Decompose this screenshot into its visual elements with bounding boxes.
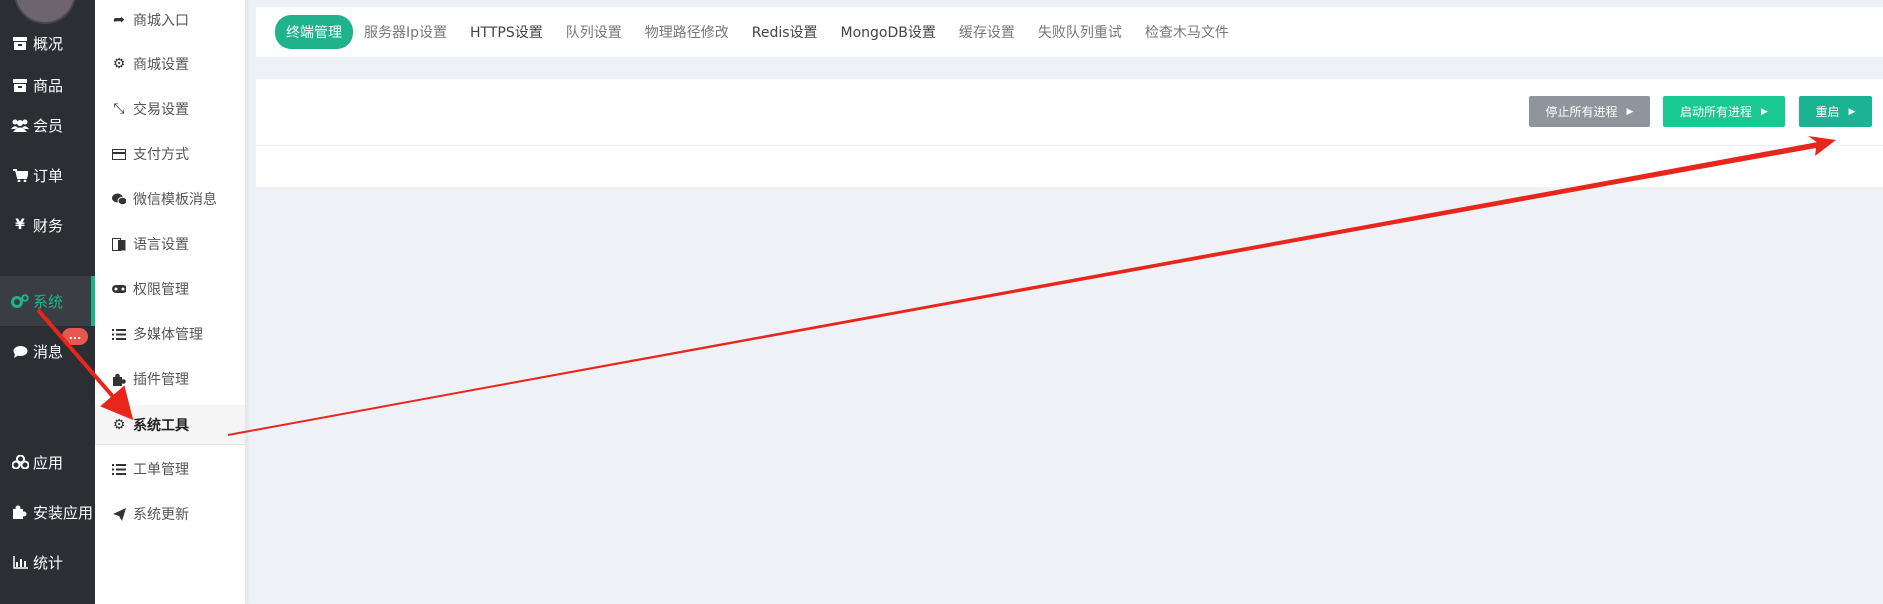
stop-all-processes-button[interactable]: 停止所有进程 ▶ bbox=[1529, 96, 1650, 127]
sidebar-item-install-apps[interactable]: 安装应用 bbox=[0, 487, 95, 537]
puzzle-icon bbox=[11, 505, 29, 519]
submenu-item-label: 插件管理 bbox=[133, 372, 189, 388]
sidebar-item-label: 概况 bbox=[33, 34, 64, 53]
send-icon bbox=[112, 507, 126, 521]
tab-cache[interactable]: 缓存设置 bbox=[959, 22, 1015, 42]
cart-icon bbox=[11, 168, 29, 182]
submenu-item-label: 工单管理 bbox=[133, 462, 189, 478]
submenu-item-label: 商城入口 bbox=[133, 13, 189, 29]
submenu-item-system-tools[interactable]: ⚙ 系统工具 bbox=[95, 405, 245, 445]
button-label: 启动所有进程 bbox=[1680, 105, 1753, 119]
system-tools-tabbar: 终端管理 服务器Ip设置 HTTPS设置 队列设置 物理路径修改 Redis设置… bbox=[256, 7, 1883, 57]
sidebar-item-label: 财务 bbox=[33, 216, 64, 235]
sidebar-item-label: 会员 bbox=[33, 116, 64, 135]
submenu-item-label: 商城设置 bbox=[133, 57, 189, 73]
submenu-item-trade-settings[interactable]: ⤡ 交易设置 bbox=[95, 89, 245, 129]
gear-icon: ⚙ bbox=[112, 56, 126, 72]
submenu-item-wechat-template[interactable]: 微信模板消息 bbox=[95, 179, 245, 219]
tab-redis[interactable]: Redis设置 bbox=[752, 22, 818, 42]
language-icon bbox=[112, 237, 126, 251]
tab-server-ip[interactable]: 服务器Ip设置 bbox=[364, 22, 447, 42]
sidebar-item-label: 安装应用 bbox=[33, 503, 94, 522]
users-icon bbox=[11, 119, 29, 132]
sidebar-item-label: 应用 bbox=[33, 453, 64, 472]
cogs-icon bbox=[11, 294, 29, 308]
button-label: 停止所有进程 bbox=[1545, 105, 1618, 119]
sidebar-item-members[interactable]: 会员 bbox=[0, 100, 95, 150]
gear-icon: ⚙ bbox=[112, 416, 126, 433]
sidebar-item-label: 订单 bbox=[33, 166, 64, 185]
sidebar-item-stats[interactable]: 统计 bbox=[0, 537, 95, 587]
restart-button[interactable]: 重启 ▶ bbox=[1799, 96, 1872, 127]
gamepad-icon bbox=[112, 284, 126, 294]
submenu-item-label: 交易设置 bbox=[133, 102, 189, 118]
tab-failed-queue-retry[interactable]: 失败队列重试 bbox=[1038, 22, 1122, 42]
sidebar-item-orders[interactable]: 订单 bbox=[0, 150, 95, 200]
share-icon: ➦ bbox=[113, 12, 125, 28]
bar-chart-icon bbox=[11, 555, 29, 569]
terminal-panel: 停止所有进程 ▶ 启动所有进程 ▶ 重启 ▶ bbox=[256, 79, 1883, 187]
tab-physical-path[interactable]: 物理路径修改 bbox=[645, 22, 729, 42]
submenu-item-label: 微信模板消息 bbox=[133, 192, 217, 208]
submenu-item-label: 系统工具 bbox=[133, 417, 189, 434]
submenu-item-mall-entry[interactable]: ➦ 商城入口 bbox=[95, 0, 245, 40]
submenu-item-label: 多媒体管理 bbox=[133, 327, 203, 343]
tab-queue[interactable]: 队列设置 bbox=[566, 22, 622, 42]
panel-divider bbox=[256, 145, 1883, 146]
tab-terminal-management[interactable]: 终端管理 bbox=[275, 15, 353, 49]
submenu-item-label: 系统更新 bbox=[133, 507, 189, 523]
submenu-item-label: 语言设置 bbox=[133, 237, 189, 253]
yen-icon: ¥ bbox=[15, 217, 25, 233]
credit-card-icon bbox=[112, 148, 126, 160]
archive-icon bbox=[11, 78, 29, 92]
sidebar-item-system[interactable]: 系统 bbox=[0, 276, 95, 326]
sidebar-item-label: 系统 bbox=[33, 292, 64, 311]
submenu-item-plugins[interactable]: 插件管理 bbox=[95, 359, 245, 399]
start-all-processes-button[interactable]: 启动所有进程 ▶ bbox=[1663, 96, 1785, 127]
sidebar-item-label: 统计 bbox=[33, 553, 64, 572]
sidebar-item-label: 商品 bbox=[33, 76, 64, 95]
submenu-item-mall-settings[interactable]: ⚙ 商城设置 bbox=[95, 44, 245, 84]
caret-right-icon: ▶ bbox=[1626, 106, 1634, 117]
tab-https[interactable]: HTTPS设置 bbox=[470, 22, 543, 42]
main-sidebar: 概况 商品 会员 订单 ¥ 财务 系统 消息 ... 应用 安装应用 统计 bbox=[0, 0, 95, 604]
submenu-item-media[interactable]: 多媒体管理 bbox=[95, 314, 245, 354]
system-submenu: ➦ 商城入口 ⚙ 商城设置 ⤡ 交易设置 支付方式 微信模板消息 语言设置 权限… bbox=[95, 0, 246, 604]
puzzle-icon bbox=[112, 373, 126, 386]
submenu-item-system-update[interactable]: 系统更新 bbox=[95, 494, 245, 534]
submenu-item-permissions[interactable]: 权限管理 bbox=[95, 269, 245, 309]
archive-icon bbox=[11, 36, 29, 50]
submenu-item-label: 支付方式 bbox=[133, 147, 189, 163]
list-icon bbox=[112, 328, 126, 340]
message-badge: ... bbox=[62, 328, 88, 345]
submenu-item-label: 权限管理 bbox=[133, 282, 189, 298]
chat-icon bbox=[11, 345, 29, 358]
submenu-item-payment[interactable]: 支付方式 bbox=[95, 134, 245, 174]
sidebar-item-finance[interactable]: ¥ 财务 bbox=[0, 200, 95, 250]
list-icon bbox=[112, 463, 126, 475]
submenu-item-language[interactable]: 语言设置 bbox=[95, 224, 245, 264]
wechat-icon bbox=[112, 193, 126, 205]
submenu-item-tickets[interactable]: 工单管理 bbox=[95, 449, 245, 489]
sidebar-item-label: 消息 bbox=[33, 342, 64, 361]
compress-icon: ⤡ bbox=[113, 101, 125, 117]
sidebar-item-apps[interactable]: 应用 bbox=[0, 437, 95, 487]
tab-trojan-check[interactable]: 检查木马文件 bbox=[1145, 22, 1229, 42]
caret-right-icon: ▶ bbox=[1761, 106, 1768, 117]
button-label: 重启 bbox=[1815, 105, 1840, 119]
cubes-icon bbox=[11, 455, 29, 469]
caret-right-icon: ▶ bbox=[1848, 106, 1856, 117]
tab-mongodb[interactable]: MongoDB设置 bbox=[841, 22, 936, 42]
